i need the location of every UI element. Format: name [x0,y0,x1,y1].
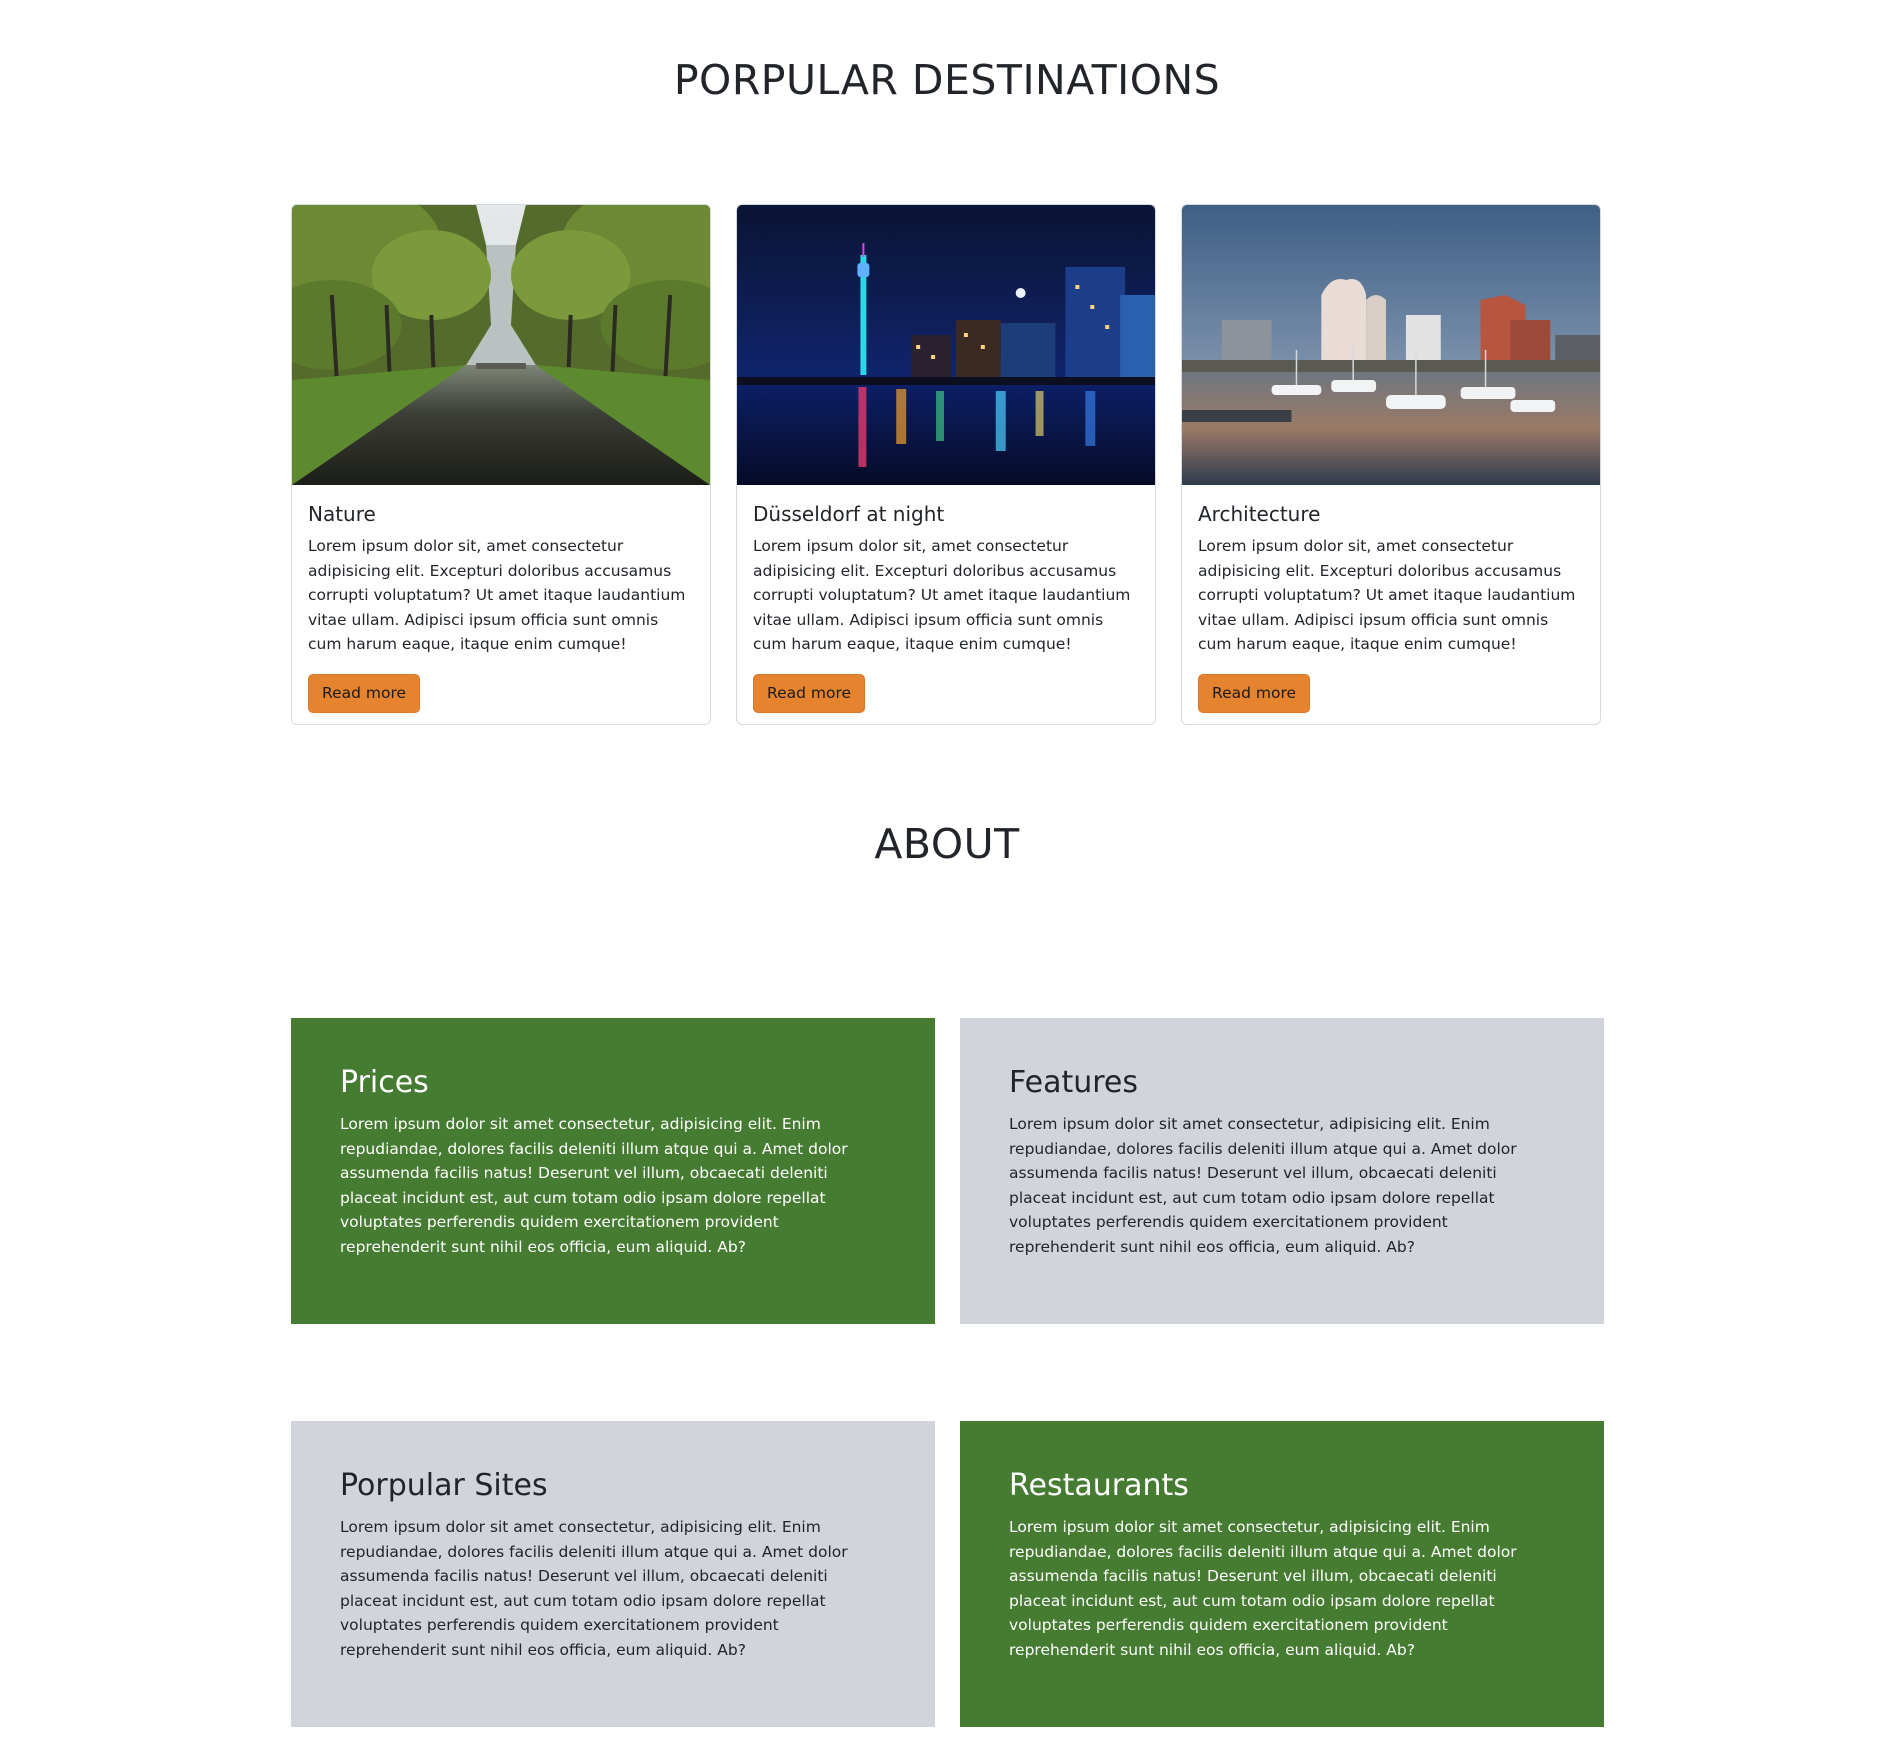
destination-card-architecture: Architecture Lorem ipsum dolor sit, amet… [1181,204,1601,725]
card-body: Düsseldorf at night Lorem ipsum dolor si… [737,485,1155,724]
nature-canal-image [292,205,710,485]
box-text: Lorem ipsum dolor sit amet consectetur, … [340,1115,848,1256]
architecture-harbor-image [1182,205,1600,485]
dusseldorf-night-image [737,205,1155,485]
about-box-features: Features Lorem ipsum dolor sit amet cons… [960,1018,1604,1324]
box-title: Features [1009,1065,1138,1100]
destination-card-nature: Nature Lorem ipsum dolor sit, amet conse… [291,204,711,725]
about-box-restaurants: Restaurants Lorem ipsum dolor sit amet c… [960,1421,1604,1727]
card-body: Architecture Lorem ipsum dolor sit, amet… [1182,485,1600,724]
card-text: Lorem ipsum dolor sit, amet consectetur … [753,537,1131,653]
card-title: Architecture [1198,502,1321,526]
destination-card-dusseldorf-night: Düsseldorf at night Lorem ipsum dolor si… [736,204,1156,725]
read-more-button[interactable]: Read more [1198,673,1311,713]
box-title: Porpular Sites [340,1468,548,1503]
box-title: Prices [340,1065,429,1100]
card-title: Düsseldorf at night [753,502,945,526]
read-more-button[interactable]: Read more [753,673,866,713]
destinations-heading: PORPULAR DESTINATIONS [673,56,1221,104]
about-box-prices: Prices Lorem ipsum dolor sit amet consec… [291,1018,935,1324]
box-title: Restaurants [1009,1468,1189,1503]
card-text: Lorem ipsum dolor sit, amet consectetur … [1198,537,1576,653]
box-text: Lorem ipsum dolor sit amet consectetur, … [1009,1518,1517,1659]
box-text: Lorem ipsum dolor sit amet consectetur, … [1009,1115,1517,1256]
about-heading: ABOUT [874,820,1020,868]
box-text: Lorem ipsum dolor sit amet consectetur, … [340,1518,848,1659]
card-title: Nature [308,502,376,526]
card-body: Nature Lorem ipsum dolor sit, amet conse… [292,485,710,724]
read-more-button[interactable]: Read more [308,673,421,713]
card-text: Lorem ipsum dolor sit, amet consectetur … [308,537,686,653]
about-box-popular-sites: Porpular Sites Lorem ipsum dolor sit ame… [291,1421,935,1727]
